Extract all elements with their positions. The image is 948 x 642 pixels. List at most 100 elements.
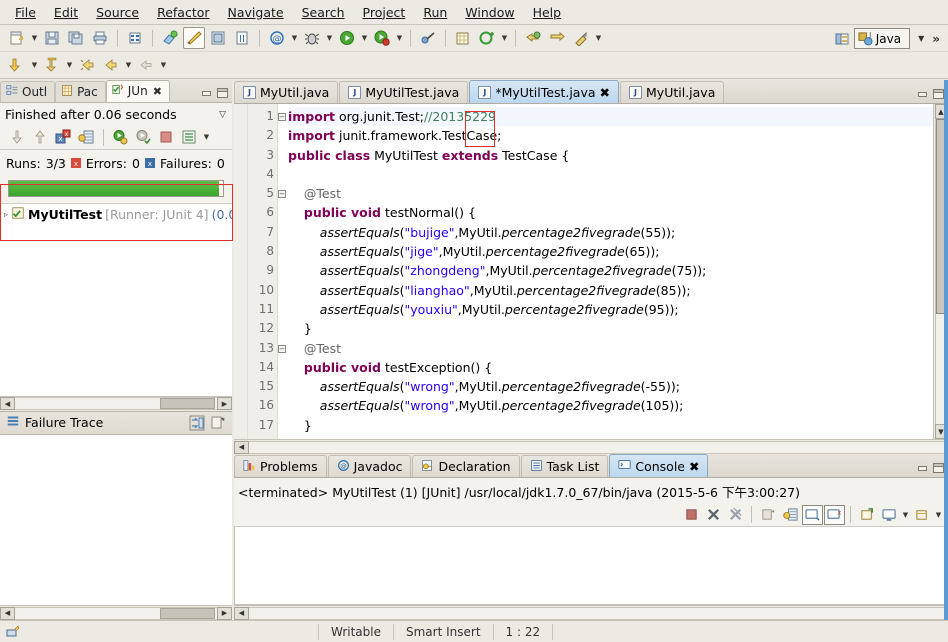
open-perspective-icon[interactable]	[830, 28, 854, 50]
close-icon[interactable]: ✖	[689, 459, 699, 474]
menu-source[interactable]: Source	[87, 3, 148, 22]
menu-navigate[interactable]: Navigate	[219, 3, 293, 22]
code-line[interactable]: assertEquals("zhongdeng",MyUtil.percenta…	[288, 261, 933, 280]
tab-problems[interactable]: Problems	[234, 455, 327, 477]
pin-console-icon[interactable]	[857, 505, 878, 525]
hscroll-track[interactable]	[15, 397, 217, 410]
code-line[interactable]: assertEquals("lianghao",MyUtil.percentag…	[288, 281, 933, 300]
test-run-history-icon[interactable]	[178, 127, 199, 147]
code-line[interactable]: import junit.framework.TestCase;	[288, 126, 933, 145]
junit-horizontal-scrollbar[interactable]: ◀ ▶	[0, 395, 232, 411]
code-line[interactable]	[288, 165, 933, 184]
print-icon[interactable]	[89, 27, 111, 49]
failure-trace-hscrollbar[interactable]: ◀ ▶	[0, 605, 232, 620]
tab-declaration[interactable]: Declaration	[412, 455, 520, 477]
perspective-dropdown-icon[interactable]: ▼	[910, 34, 932, 43]
show-on-standard-out-icon[interactable]	[802, 504, 823, 525]
quick-fix-icon[interactable]	[570, 27, 592, 49]
clear-console-icon[interactable]	[758, 505, 779, 525]
previous-failure-icon[interactable]	[29, 127, 50, 147]
editor-tab-myutiltest[interactable]: J MyUtilTest.java	[339, 81, 469, 103]
show-failures-only-icon[interactable]: xx	[52, 127, 73, 147]
editor-horizontal-scrollbar[interactable]: ◀	[234, 439, 948, 454]
run-icon[interactable]	[336, 27, 358, 49]
editor-tab-myutiltest-dirty[interactable]: J *MyUtilTest.java ✖	[469, 80, 620, 103]
hscroll-track[interactable]	[15, 606, 217, 620]
editor-tab-myutil[interactable]: J MyUtil.java	[234, 81, 339, 103]
next-annotation-dropdown-icon[interactable]: ▼	[123, 55, 134, 75]
menu-project[interactable]: Project	[354, 3, 415, 22]
code-line[interactable]: @Test	[288, 184, 933, 203]
minimize-icon[interactable]	[917, 90, 928, 98]
remove-all-launches-icon[interactable]	[725, 505, 746, 525]
code-line[interactable]: public void testException() {	[288, 358, 933, 377]
show-on-standard-error-icon[interactable]: x	[824, 504, 845, 525]
list-item[interactable]: ▹ MyUtilTest [Runner: JUnit 4] (0.00	[0, 204, 232, 225]
new-java-package-icon[interactable]	[159, 27, 181, 49]
hscroll-thumb[interactable]	[160, 398, 215, 409]
remove-launch-icon[interactable]	[703, 505, 724, 525]
menu-run[interactable]: Run	[414, 3, 456, 22]
code-line[interactable]: }	[288, 416, 933, 435]
debug-icon[interactable]	[301, 27, 323, 49]
code-line[interactable]: assertEquals("bujige",MyUtil.percentage2…	[288, 223, 933, 242]
sidebar-item-package-explorer[interactable]: Pac	[55, 81, 106, 102]
expand-triangle-icon[interactable]: ▹	[4, 210, 8, 219]
last-edit-dropdown-icon[interactable]: ▼	[158, 55, 169, 75]
maximize-icon[interactable]	[933, 89, 944, 99]
quick-fix-dropdown-icon[interactable]: ▼	[593, 28, 604, 48]
toggle-mark-occurrences-icon[interactable]	[183, 27, 205, 49]
code-line[interactable]: assertEquals("jige",MyUtil.percentage2fi…	[288, 242, 933, 261]
failure-trace-body[interactable]	[0, 434, 232, 605]
menu-help[interactable]: Help	[524, 3, 571, 22]
editor-marker-gutter[interactable]	[234, 104, 248, 439]
junit-test-tree[interactable]: ▹ MyUtilTest [Runner: JUnit 4] (0.00	[0, 203, 232, 396]
close-icon[interactable]: ✖	[153, 85, 162, 98]
back-history-icon[interactable]	[6, 54, 28, 76]
scroll-left-icon[interactable]: ◀	[0, 397, 15, 410]
hscroll-track[interactable]	[249, 440, 948, 454]
code-line[interactable]: import org.junit.Test;//20135229	[288, 107, 933, 127]
menu-window[interactable]: Window	[456, 3, 523, 22]
run-dropdown-icon[interactable]: ▼	[359, 28, 370, 48]
junit-view-menu-icon[interactable]: ▼	[201, 127, 212, 147]
maximize-icon[interactable]	[933, 463, 944, 473]
console-horizontal-scrollbar[interactable]: ◀	[234, 605, 948, 620]
forward-history-icon[interactable]	[41, 54, 63, 76]
sidebar-item-junit[interactable]: JUn ✖	[105, 80, 170, 102]
new-wizard-icon[interactable]	[6, 27, 28, 49]
new-package-dropdown-icon[interactable]: ▼	[499, 28, 510, 48]
new-java-project-icon[interactable]	[452, 27, 474, 49]
open-console-icon[interactable]	[912, 505, 933, 525]
console-output[interactable]	[234, 527, 948, 605]
view-menu-icon[interactable]: ▽	[219, 110, 226, 120]
back-history-dropdown-icon[interactable]: ▼	[29, 55, 40, 75]
run-coverage-dropdown-icon[interactable]: ▼	[394, 28, 405, 48]
code-line[interactable]: public class MyUtilTest extends TestCase…	[288, 146, 933, 165]
annotation-icon[interactable]: @	[266, 27, 288, 49]
code-line[interactable]: }	[288, 319, 933, 338]
open-console-dropdown-icon[interactable]: ▼	[933, 505, 944, 525]
perspective-overflow-icon[interactable]: »	[932, 32, 944, 46]
tab-task-list[interactable]: Task List	[520, 455, 609, 477]
next-annotation-icon[interactable]	[100, 54, 122, 76]
editor-source-code[interactable]: import org.junit.Test;//20135229 import j…	[278, 104, 933, 439]
save-icon[interactable]	[41, 27, 63, 49]
scroll-right-icon[interactable]: ▶	[217, 397, 232, 410]
save-all-icon[interactable]	[65, 27, 87, 49]
debug-dropdown-icon[interactable]: ▼	[324, 28, 335, 48]
scroll-right-icon[interactable]: ▶	[217, 606, 232, 620]
compare-output-icon[interactable]	[186, 413, 207, 433]
rerun-test-icon[interactable]	[109, 127, 130, 147]
scroll-left-icon[interactable]: ◀	[234, 440, 249, 454]
minimize-icon[interactable]	[917, 464, 928, 472]
new-package-icon[interactable]	[476, 27, 498, 49]
previous-edit-icon[interactable]	[522, 27, 544, 49]
close-icon[interactable]: ✖	[600, 85, 610, 100]
scroll-lock-icon[interactable]	[75, 127, 96, 147]
scroll-left-icon[interactable]: ◀	[0, 606, 15, 620]
tab-javadoc[interactable]: @ Javadoc	[327, 455, 412, 477]
rerun-failed-tests-icon[interactable]	[132, 127, 153, 147]
run-coverage-icon[interactable]	[371, 27, 393, 49]
stop-test-icon[interactable]	[155, 127, 176, 147]
